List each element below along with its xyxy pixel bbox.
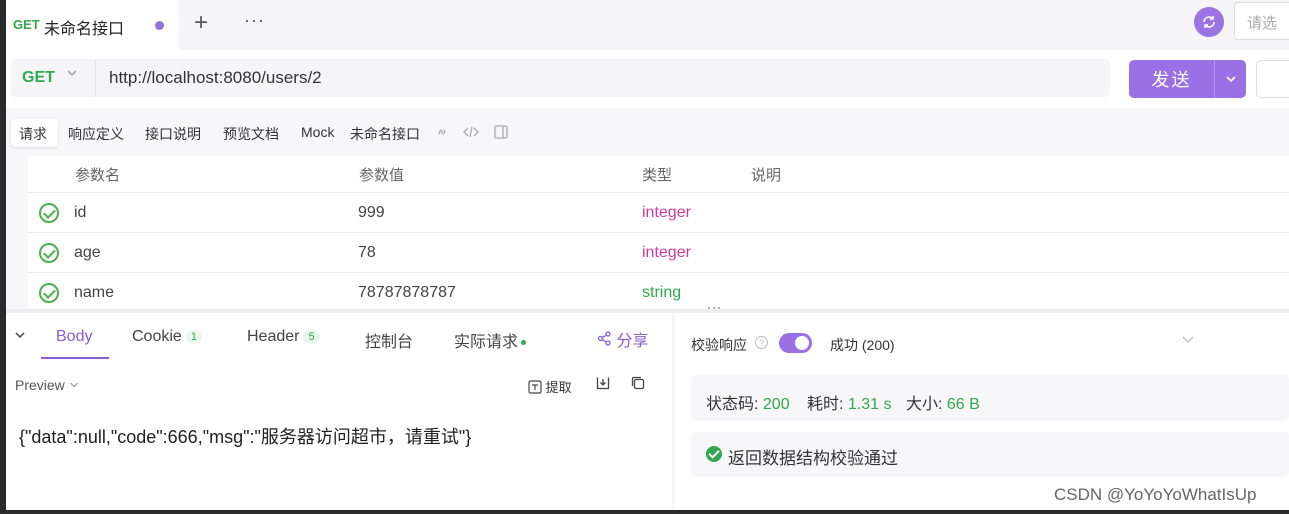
tab-cookie[interactable]: Cookie 1 — [132, 328, 202, 346]
method-select[interactable]: GET — [22, 69, 55, 87]
tab-header-label: Header — [247, 328, 300, 345]
environment-select[interactable]: 请选 — [1234, 2, 1289, 40]
param-value-cell[interactable]: 78787878787 — [358, 284, 456, 302]
param-name-cell[interactable]: age — [74, 244, 101, 262]
extract-icon — [528, 380, 542, 394]
active-tab-indicator — [41, 357, 109, 359]
tab-body[interactable]: Body — [56, 328, 92, 346]
param-name-cell[interactable]: id — [74, 204, 86, 222]
unsaved-dot-icon — [155, 21, 164, 30]
status-code-value: 200 — [762, 396, 790, 413]
extract-label: 提取 — [545, 380, 572, 395]
tab-console[interactable]: 控制台 — [365, 328, 413, 352]
chevron-down-icon — [69, 382, 78, 388]
url-input[interactable]: http://localhost:8080/users/2 — [109, 68, 322, 88]
chevron-down-icon[interactable] — [1181, 332, 1195, 350]
param-type-cell[interactable]: integer — [642, 244, 691, 262]
status-code-label: 状态码: — [706, 396, 759, 413]
header-count-badge: 5 — [303, 330, 320, 344]
send-options-button[interactable] — [1214, 60, 1246, 98]
response-size-value: 66 B — [946, 396, 980, 413]
chevron-down-icon[interactable] — [66, 66, 78, 82]
checkbox-icon[interactable] — [39, 283, 59, 303]
tab-preview-doc[interactable]: 预览文档 — [223, 124, 279, 144]
tab-method-badge: GET — [13, 17, 40, 32]
tab-api-description[interactable]: 接口说明 — [145, 124, 201, 144]
window-edge-bottom — [0, 510, 1289, 514]
share-button[interactable]: 分享 — [597, 327, 648, 351]
panel-icon[interactable] — [494, 125, 508, 142]
row-divider — [28, 192, 1289, 193]
elapsed-time-label: 耗时: — [807, 396, 844, 413]
elapsed-time: 耗时: 1.31 s — [807, 390, 892, 414]
share-icon — [597, 331, 611, 346]
new-tab-button[interactable]: + — [194, 9, 208, 37]
cookie-count-badge: 1 — [185, 330, 202, 344]
preview-label: Preview — [15, 377, 65, 393]
help-icon[interactable]: ? — [755, 336, 768, 349]
more-tabs-button[interactable]: ··· — [244, 10, 265, 31]
code-icon[interactable] — [463, 125, 479, 142]
chevron-down-icon — [1225, 76, 1236, 83]
check-circle-icon — [706, 446, 722, 462]
method-divider — [95, 59, 96, 97]
verify-toggle[interactable] — [779, 333, 812, 353]
row-divider — [28, 232, 1289, 233]
save-button[interactable] — [1256, 60, 1289, 98]
download-icon[interactable] — [596, 376, 610, 393]
tab-response-definition[interactable]: 响应定义 — [68, 124, 124, 144]
param-type-cell[interactable]: string — [642, 284, 681, 302]
preview-select[interactable]: Preview — [15, 377, 79, 393]
header-param-type: 类型 — [642, 167, 673, 184]
response-size: 大小: 66 B — [906, 390, 980, 414]
checkbox-icon[interactable] — [39, 243, 59, 263]
param-name-cell[interactable]: name — [74, 284, 114, 302]
sync-icon[interactable] — [1194, 7, 1224, 37]
tab-request[interactable]: 请求 — [19, 124, 47, 144]
elapsed-time-value: 1.31 s — [847, 396, 892, 413]
share-label: 分享 — [616, 333, 649, 350]
tab-header[interactable]: Header 5 — [247, 328, 320, 346]
header-param-name: 参数名 — [75, 167, 121, 184]
status-code: 状态码: 200 — [706, 390, 790, 414]
api-name: 未命名接口 — [350, 126, 420, 142]
response-size-label: 大小: — [906, 396, 943, 413]
verify-response-label: 校验响应 — [691, 337, 747, 353]
checkbox-icon[interactable] — [39, 203, 59, 223]
row-divider — [28, 272, 1289, 273]
tab-cookie-label: Cookie — [132, 328, 182, 345]
extract-button[interactable]: 提取 — [528, 377, 572, 396]
send-button[interactable]: 发送 — [1129, 60, 1214, 98]
param-value-cell[interactable]: 999 — [358, 204, 385, 222]
link-icon[interactable] — [435, 125, 449, 142]
watermark: CSDN @YoYoYoWhatIsUp — [1054, 485, 1257, 504]
tab-mock[interactable]: Mock — [301, 124, 334, 140]
tab-title: 未命名接口 — [44, 21, 125, 38]
schema-validation-message: 返回数据结构校验通过 — [728, 449, 898, 468]
param-type-cell[interactable]: integer — [642, 204, 691, 222]
copy-icon[interactable] — [631, 376, 645, 393]
param-value-cell[interactable]: 78 — [358, 244, 376, 262]
tab-actual-request-label: 实际请求 — [454, 334, 519, 351]
status-dot-icon — [521, 340, 527, 345]
header-param-desc: 说明 — [751, 167, 782, 184]
collapse-icon[interactable] — [14, 328, 26, 344]
verify-result[interactable]: 成功 (200) — [830, 335, 895, 355]
response-panel — [6, 313, 672, 510]
tab-actual-request[interactable]: 实际请求 — [454, 328, 527, 352]
response-body[interactable]: {"data":null,"code":666,"msg":"服务器访问超市，请… — [19, 423, 471, 449]
header-param-value: 参数值 — [359, 167, 405, 184]
